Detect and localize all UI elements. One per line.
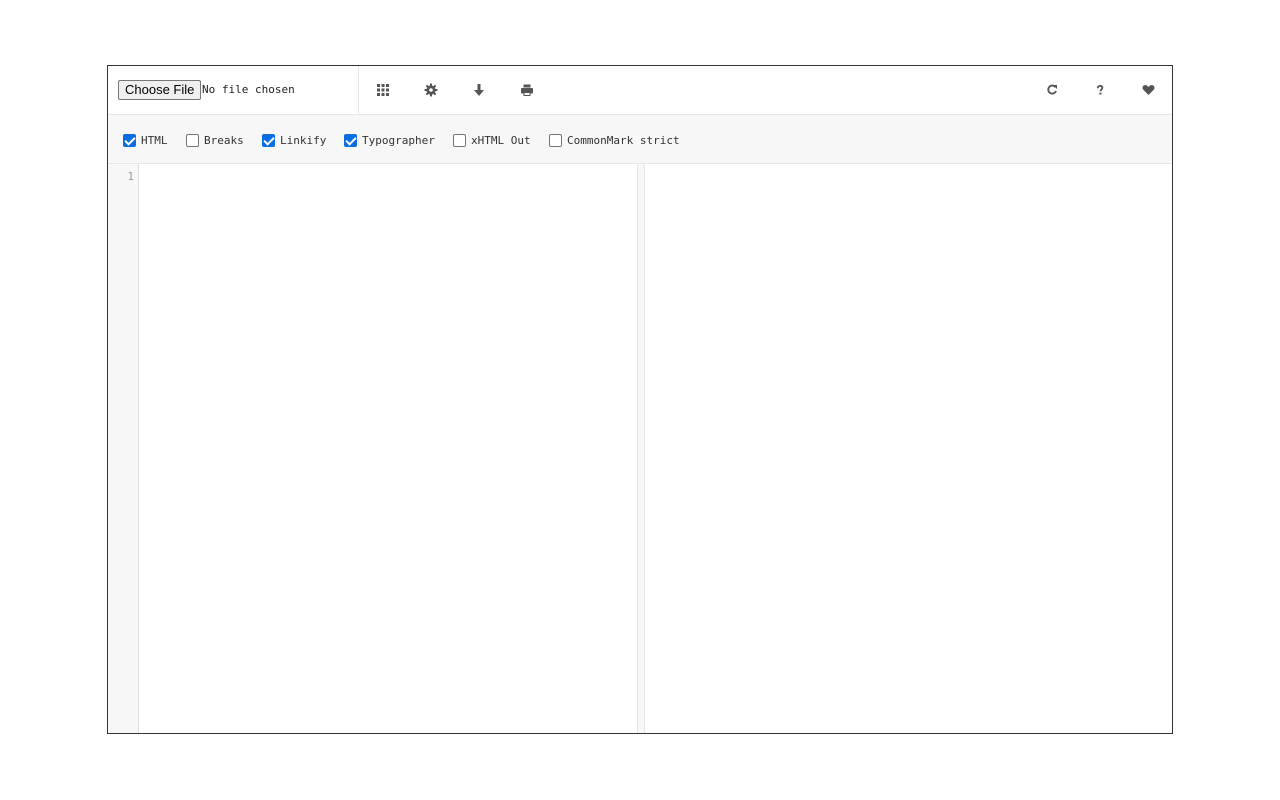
option-html[interactable]: HTML bbox=[123, 132, 168, 148]
option-typographer[interactable]: Typographer bbox=[344, 132, 435, 148]
option-linkify[interactable]: Linkify bbox=[262, 132, 326, 148]
line-gutter: 1 bbox=[108, 164, 139, 733]
file-picker: Choose File No file chosen bbox=[108, 66, 359, 114]
gear-icon[interactable] bbox=[421, 80, 441, 100]
choose-file-button[interactable]: Choose File bbox=[118, 80, 202, 100]
refresh-icon[interactable] bbox=[1042, 80, 1062, 100]
heart-icon[interactable] bbox=[1138, 80, 1158, 100]
option-label: xHTML Out bbox=[471, 133, 531, 147]
option-label: CommonMark strict bbox=[567, 133, 680, 147]
pane-splitter[interactable] bbox=[638, 164, 645, 733]
download-icon[interactable] bbox=[469, 80, 489, 100]
option-xhtml-out[interactable]: xHTML Out bbox=[453, 132, 531, 148]
option-label: Breaks bbox=[204, 133, 244, 147]
editor-text-area[interactable] bbox=[139, 164, 637, 733]
toolbar: Choose File No file chosen bbox=[108, 66, 1172, 115]
print-icon[interactable] bbox=[517, 80, 537, 100]
linkify-checkbox[interactable] bbox=[262, 133, 275, 147]
option-commonmark-strict[interactable]: CommonMark strict bbox=[549, 132, 680, 148]
markdown-editor[interactable]: 1 bbox=[108, 164, 638, 733]
options-bar: HTML Breaks Linkify Typographer xHTML Ou… bbox=[108, 115, 1172, 164]
file-status-text: No file chosen bbox=[202, 83, 295, 96]
grid-icon[interactable] bbox=[373, 80, 393, 100]
option-label: Linkify bbox=[280, 133, 327, 147]
help-icon[interactable] bbox=[1090, 80, 1110, 100]
preview-pane bbox=[645, 164, 1172, 733]
line-number: 1 bbox=[127, 170, 134, 183]
option-label: Typographer bbox=[362, 133, 435, 147]
markdown-editor-app: Choose File No file chosen HTML Breaks L… bbox=[107, 65, 1173, 734]
typographer-checkbox[interactable] bbox=[344, 133, 357, 147]
xhtml-out-checkbox[interactable] bbox=[453, 133, 466, 147]
commonmark-strict-checkbox[interactable] bbox=[549, 133, 562, 147]
option-label: HTML bbox=[141, 133, 168, 147]
breaks-checkbox[interactable] bbox=[186, 133, 199, 147]
html-checkbox[interactable] bbox=[123, 133, 136, 147]
option-breaks[interactable]: Breaks bbox=[186, 132, 244, 148]
